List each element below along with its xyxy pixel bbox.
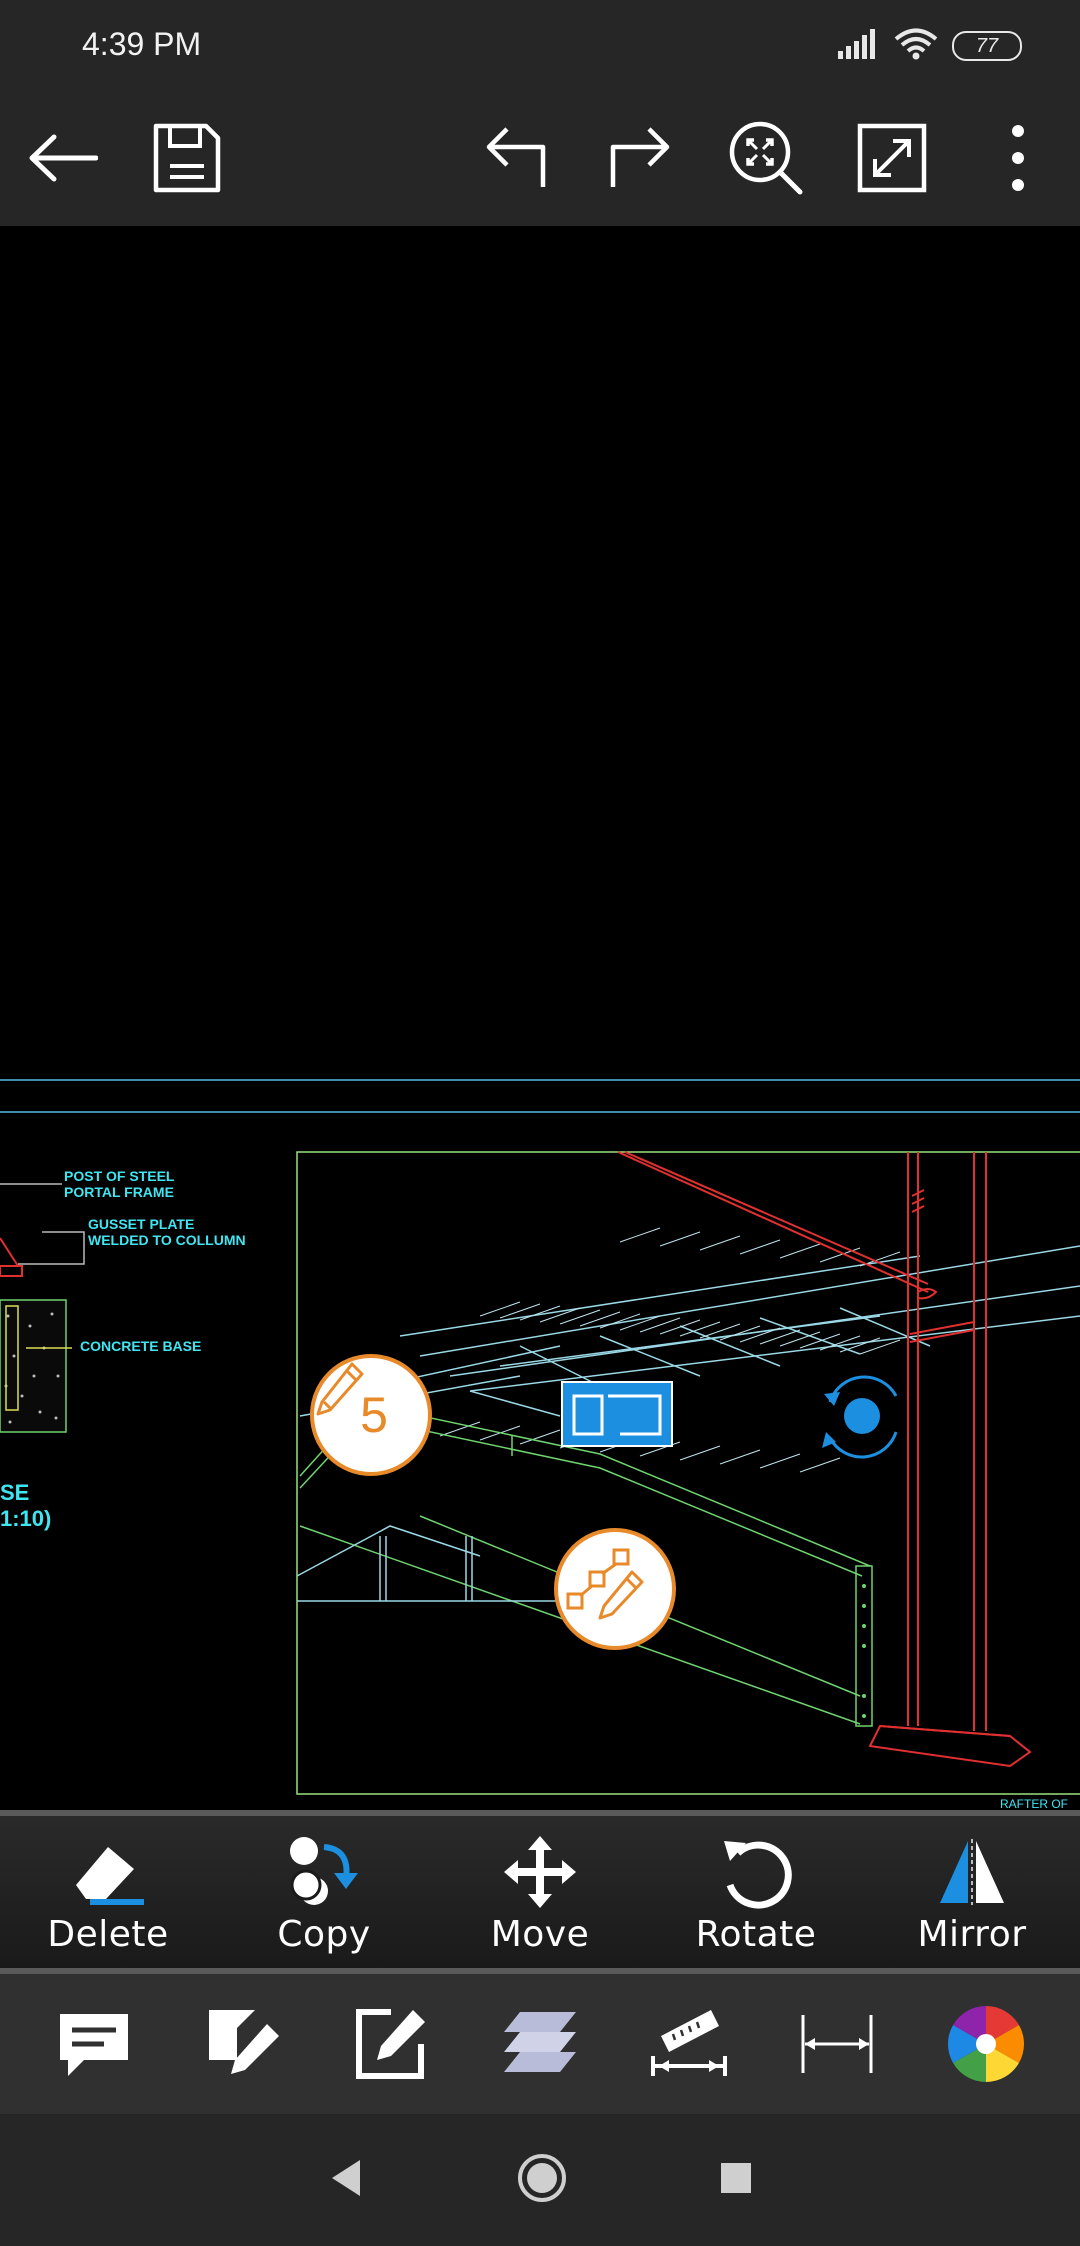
floppy-disk-icon: [153, 123, 221, 193]
eraser-icon: [76, 1847, 144, 1905]
nav-home-button[interactable]: [516, 2152, 568, 2208]
label-post-text: POST OF STEEL PORTAL FRAME: [64, 1168, 175, 1200]
draw-icon: [208, 2010, 279, 2074]
dimension-button[interactable]: [792, 1999, 882, 2089]
rotate-label: Rotate: [695, 1914, 817, 1955]
back-arrow-icon: [29, 134, 98, 182]
measure-button[interactable]: [644, 1999, 734, 2089]
measure-icon: [650, 2010, 727, 2076]
undo-button[interactable]: [472, 114, 560, 202]
rotate-grip[interactable]: [822, 1375, 898, 1459]
status-time: 4:39 PM: [82, 26, 202, 62]
zoom-extents-button[interactable]: [722, 114, 810, 202]
nav-back-button[interactable]: [326, 2156, 366, 2204]
comment-button[interactable]: [49, 1999, 139, 2089]
fullscreen-icon: [857, 123, 927, 193]
undo-icon: [486, 127, 546, 187]
move-icon: [504, 1836, 576, 1908]
edit-icon: [356, 2009, 426, 2079]
label-post: POST OF STEEL PORTAL FRAME: [64, 1168, 174, 1200]
selection-grip[interactable]: [561, 1381, 673, 1447]
delete-label: Delete: [47, 1914, 169, 1955]
mirror-icon: [940, 1839, 1004, 1905]
tools-bar: [0, 1974, 1080, 2114]
redo-icon: [610, 127, 670, 187]
rafter-label: RAFTER OF: [1000, 1797, 1068, 1810]
label-section-b: 1:10): [0, 1506, 52, 1531]
nav-recents-button[interactable]: [718, 2160, 754, 2200]
label-section-a: SE: [0, 1480, 30, 1505]
back-button[interactable]: [18, 114, 106, 202]
label-gusset-text: GUSSET PLATE WELDED TO COLLUMN: [88, 1216, 246, 1248]
battery-indicator: 77: [952, 31, 1022, 61]
fullscreen-button[interactable]: [848, 114, 936, 202]
more-vertical-icon: [1012, 125, 1024, 191]
label-concrete: CONCRETE BASE: [80, 1338, 202, 1354]
label-gusset: GUSSET PLATE WELDED TO COLLUMN: [88, 1216, 246, 1248]
home-circle-icon: [518, 2154, 566, 2202]
copy-button[interactable]: Copy: [216, 1816, 432, 1968]
edit-points-count: 5: [360, 1387, 388, 1443]
move-button[interactable]: Move: [432, 1816, 648, 1968]
system-navigation-bar: [0, 2114, 1080, 2246]
edit-text-button[interactable]: [346, 1999, 436, 2089]
zoom-extents-icon: [729, 121, 803, 195]
cad-drawing: RAFTER OF: [0, 1079, 1080, 1810]
layers-icon: [503, 2012, 576, 2072]
dimension-icon: [801, 2015, 873, 2073]
mirror-label: Mirror: [917, 1914, 1027, 1955]
comment-icon: [60, 2014, 129, 2076]
edit-action-bar: Delete Copy Move Rotate Mirror: [0, 1810, 1080, 1974]
mirror-button[interactable]: Mirror: [864, 1816, 1080, 1968]
redo-button[interactable]: [596, 114, 684, 202]
copy-label: Copy: [277, 1914, 371, 1955]
color-wheel-icon: [947, 2006, 1024, 2082]
save-button[interactable]: [143, 114, 231, 202]
status-bar: 4:39 PM 77: [0, 0, 1080, 90]
edit-vertices-button[interactable]: [554, 1528, 676, 1650]
triangle-back-icon: [332, 2160, 360, 2196]
draw-button[interactable]: [198, 1999, 288, 2089]
edit-points-button[interactable]: 5: [310, 1354, 432, 1476]
delete-button[interactable]: Delete: [0, 1816, 216, 1968]
rotate-icon: [724, 1841, 792, 1909]
layers-button[interactable]: [495, 1999, 585, 2089]
top-toolbar: [0, 90, 1080, 226]
status-icons: 77: [838, 26, 1022, 66]
square-recents-icon: [721, 2163, 751, 2193]
pencil-icon: [316, 1362, 364, 1416]
copy-icon: [290, 1837, 358, 1905]
move-label: Move: [490, 1914, 590, 1955]
signal-icon: [838, 29, 880, 63]
more-options-button[interactable]: [974, 114, 1062, 202]
rotate-button[interactable]: Rotate: [648, 1816, 864, 1968]
color-picker-button[interactable]: [941, 1999, 1031, 2089]
drawing-canvas[interactable]: RAFTER OF POST OF STEEL PORTAL FRAME GUS…: [0, 226, 1080, 1810]
polyline-edit-icon: [566, 1548, 644, 1620]
wifi-icon: [894, 28, 938, 64]
